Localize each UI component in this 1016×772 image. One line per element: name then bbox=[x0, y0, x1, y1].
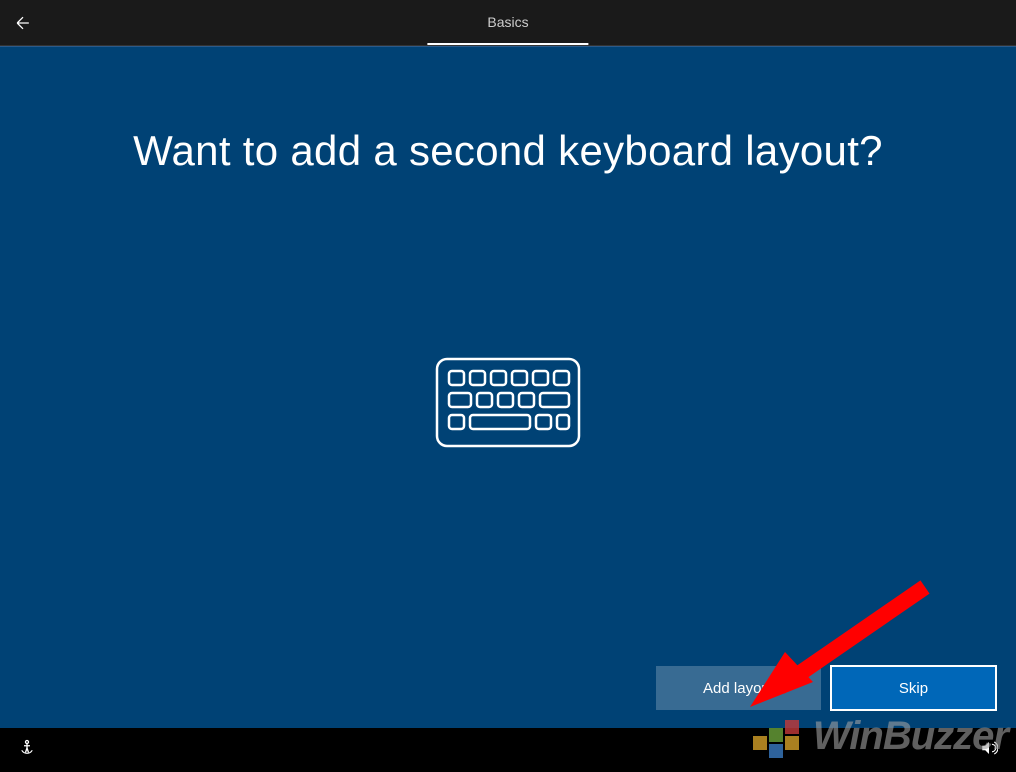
accessibility-button[interactable] bbox=[18, 739, 36, 762]
arrow-left-icon bbox=[13, 13, 33, 33]
tabs-container: Basics bbox=[427, 0, 588, 45]
main-content: Want to add a second keyboard layout? bbox=[0, 46, 1016, 728]
add-layout-button[interactable]: Add layout bbox=[656, 666, 821, 710]
volume-icon bbox=[980, 739, 998, 757]
accessibility-icon bbox=[18, 739, 36, 757]
add-layout-label: Add layout bbox=[703, 680, 774, 697]
keyboard-icon bbox=[433, 355, 583, 455]
button-row: Add layout Skip bbox=[656, 666, 996, 710]
back-button[interactable] bbox=[0, 0, 46, 46]
tab-label: Basics bbox=[487, 14, 528, 30]
tab-basics[interactable]: Basics bbox=[427, 0, 588, 45]
skip-button[interactable]: Skip bbox=[831, 666, 996, 710]
header-bar: Basics bbox=[0, 0, 1016, 46]
skip-label: Skip bbox=[899, 680, 928, 697]
volume-button[interactable] bbox=[980, 739, 998, 762]
footer-bar bbox=[0, 728, 1016, 772]
page-title: Want to add a second keyboard layout? bbox=[133, 127, 883, 175]
